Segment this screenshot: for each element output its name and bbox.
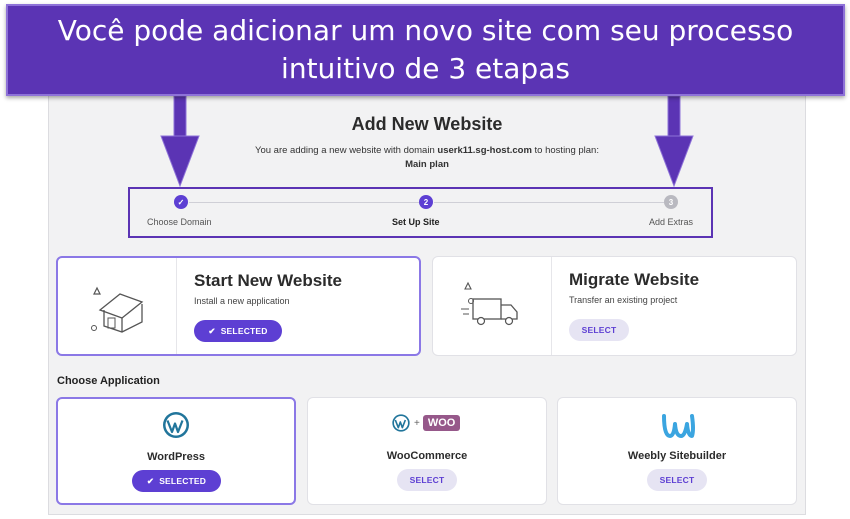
app-card-wordpress[interactable]: WordPress ✔ SELECTED bbox=[56, 397, 296, 505]
step-2-indicator[interactable]: 2 bbox=[419, 195, 433, 209]
app-name-woocommerce: WooCommerce bbox=[386, 450, 468, 462]
woocommerce-icon: WOO bbox=[422, 415, 461, 431]
house-icon bbox=[91, 286, 144, 333]
step-connector-1 bbox=[189, 202, 419, 203]
choose-application-heading: Choose Application bbox=[57, 375, 160, 387]
plus-icon: + bbox=[414, 417, 420, 429]
subtitle-suffix: to hosting plan: bbox=[531, 145, 599, 156]
card-divider bbox=[176, 258, 177, 354]
app-name-wordpress: WordPress bbox=[147, 451, 205, 463]
wordpress-selected-button[interactable]: ✔ SELECTED bbox=[132, 470, 221, 492]
start-card-desc: Install a new application bbox=[194, 296, 290, 306]
start-card-title: Start New Website bbox=[194, 271, 343, 290]
migrate-website-card[interactable]: Migrate Website Transfer an existing pro… bbox=[432, 256, 797, 356]
checkmark-icon: ✔ bbox=[208, 325, 216, 336]
step-connector-2 bbox=[434, 202, 664, 203]
caption-banner: Você pode adicionar um novo site com seu… bbox=[6, 4, 845, 96]
wordpress-icon bbox=[163, 412, 189, 438]
stepper: ✓ Choose Domain 2 Set Up Site 3 Add Extr… bbox=[128, 187, 713, 238]
domain-name: userk11.sg-host.com bbox=[437, 145, 532, 156]
banner-line-1: Você pode adicionar um novo site com seu… bbox=[57, 14, 794, 47]
checkmark-icon: ✔ bbox=[146, 475, 155, 486]
app-card-woocommerce[interactable]: + WOO WooCommerce SELECT bbox=[307, 397, 547, 505]
step-3-label[interactable]: Add Extras bbox=[649, 217, 693, 227]
migrate-card-title: Migrate Website bbox=[569, 270, 700, 289]
banner-line-2: intuitivo de 3 etapas bbox=[281, 52, 570, 85]
subtitle-prefix: You are adding a new website with domain bbox=[255, 145, 438, 156]
migrate-card-desc: Transfer an existing project bbox=[569, 295, 678, 305]
moving-truck-icon bbox=[461, 281, 518, 326]
woocommerce-logo: + WOO bbox=[391, 413, 461, 433]
app-card-weebly[interactable]: Weebly Sitebuilder SELECT bbox=[557, 397, 797, 505]
step-3-indicator[interactable]: 3 bbox=[664, 195, 678, 209]
start-button-label: SELECTED bbox=[220, 326, 268, 336]
wordpress-icon bbox=[392, 414, 410, 432]
wordpress-button-label: SELECTED bbox=[159, 476, 207, 486]
step-1-check-icon[interactable]: ✓ bbox=[174, 195, 188, 209]
card-divider bbox=[551, 257, 552, 355]
start-new-website-card[interactable]: Start New Website Install a new applicat… bbox=[56, 256, 421, 356]
left-arrow-annotation bbox=[160, 96, 200, 188]
weebly-select-button[interactable]: SELECT bbox=[647, 469, 707, 491]
woocommerce-select-button[interactable]: SELECT bbox=[397, 469, 457, 491]
step-2-label[interactable]: Set Up Site bbox=[392, 217, 440, 227]
migrate-select-button[interactable]: SELECT bbox=[569, 319, 629, 341]
right-arrow-annotation bbox=[654, 96, 694, 188]
app-name-weebly: Weebly Sitebuilder bbox=[627, 450, 727, 462]
step-1-label[interactable]: Choose Domain bbox=[147, 217, 212, 227]
start-selected-button[interactable]: ✔ SELECTED bbox=[194, 320, 282, 342]
weebly-icon bbox=[662, 414, 695, 438]
